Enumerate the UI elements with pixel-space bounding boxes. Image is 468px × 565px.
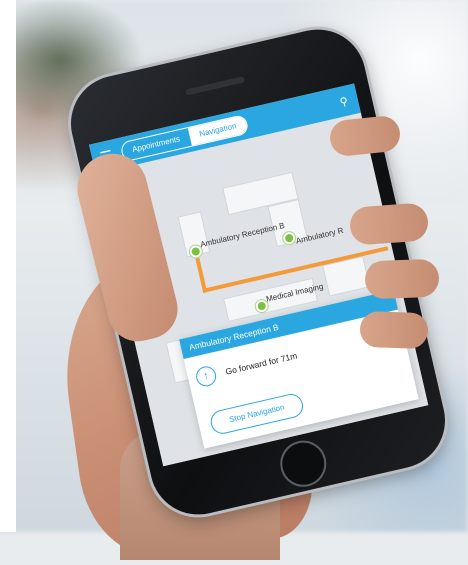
- route-path: [194, 252, 208, 293]
- instruction-text: Go forward for 71m: [224, 350, 299, 377]
- earpiece-speaker: [185, 76, 245, 96]
- front-camera: [153, 92, 166, 105]
- finger: [359, 310, 429, 350]
- map-label-reception-b: Ambulatory Reception B: [199, 220, 286, 250]
- finger: [348, 202, 430, 246]
- arrow-up-icon: ↑: [194, 364, 219, 389]
- search-icon[interactable]: ⚲: [338, 94, 350, 109]
- finger: [364, 258, 440, 300]
- home-button[interactable]: [275, 436, 331, 492]
- left-margin: [0, 0, 16, 532]
